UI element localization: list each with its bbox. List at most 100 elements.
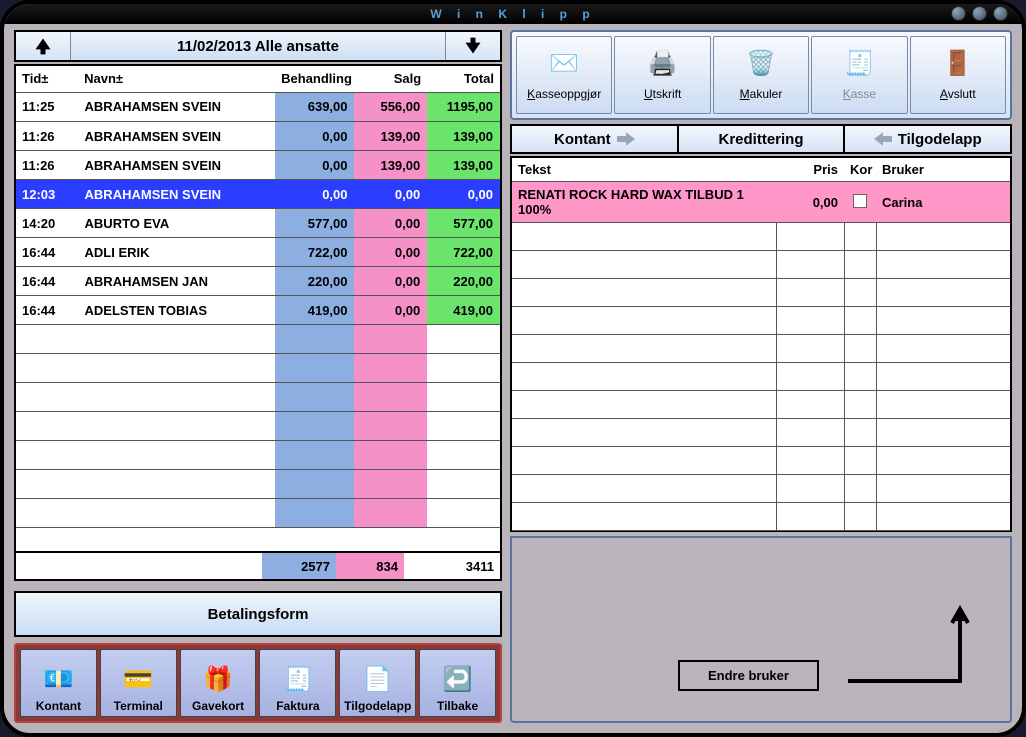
cell-total: 577,00 (427, 209, 500, 238)
table-row[interactable] (16, 470, 500, 499)
gavekort-label: Gavekort (192, 699, 244, 713)
minimize-button[interactable] (951, 6, 966, 21)
cell-navn: ADLI ERIK (78, 238, 275, 267)
cell-kor[interactable] (844, 182, 876, 223)
close-button[interactable] (993, 6, 1008, 21)
cell-salg: 139,00 (354, 151, 427, 180)
col-total[interactable]: Total (427, 66, 500, 92)
makuler-icon: 🗑️ (746, 49, 776, 77)
line-item-row[interactable] (512, 307, 1010, 335)
col-pris[interactable]: Pris (776, 158, 844, 182)
cell-navn: ABRAHAMSEN JAN (78, 267, 275, 296)
col-tekst[interactable]: Tekst (512, 158, 776, 182)
cell-behandling: 0,00 (275, 180, 354, 209)
line-item-row[interactable]: RENATI ROCK HARD WAX TILBUD 1 100%0,00Ca… (512, 182, 1010, 223)
tab-kontant-label: Kontant (554, 131, 611, 148)
makuler-button[interactable]: 🗑️Makuler (713, 36, 809, 114)
next-day-button[interactable] (446, 32, 500, 60)
cell-navn: ABURTO EVA (78, 209, 275, 238)
terminal-label: Terminal (114, 699, 163, 713)
utskrift-icon: 🖨️ (648, 49, 678, 77)
cell-tekst: RENATI ROCK HARD WAX TILBUD 1 100% (512, 182, 776, 223)
cell-salg: 0,00 (354, 180, 427, 209)
col-salg[interactable]: Salg (354, 66, 427, 92)
gavekort-button[interactable]: 🎁Gavekort (180, 649, 257, 717)
table-row[interactable]: 16:44ADELSTEN TOBIAS419,000,00419,00 (16, 296, 500, 325)
kontant-button[interactable]: 💶Kontant (20, 649, 97, 717)
total-behandling: 2577 (262, 553, 336, 579)
col-kor[interactable]: Kor (844, 158, 876, 182)
faktura-icon: 🧾 (283, 661, 313, 697)
table-row[interactable] (16, 354, 500, 383)
line-item-row[interactable] (512, 363, 1010, 391)
cell-total: 139,00 (427, 151, 500, 180)
table-row[interactable] (16, 325, 500, 354)
title-bar: W i n K l i p p (4, 4, 1022, 24)
cell-behandling: 220,00 (275, 267, 354, 296)
appointments-totals: 2577 834 3411 (16, 551, 500, 579)
line-item-row[interactable] (512, 279, 1010, 307)
cell-navn: ABRAHAMSEN SVEIN (78, 93, 275, 122)
tilbake-button[interactable]: ↩️Tilbake (419, 649, 496, 717)
col-bruker[interactable]: Bruker (876, 158, 1010, 182)
kasse-label: Kasse (843, 87, 876, 101)
appointments-header: Tid± Navn± Behandling Salg Total (16, 66, 500, 92)
cell-behandling: 722,00 (275, 238, 354, 267)
kasse-button: 🧾Kasse (811, 36, 907, 114)
cell-salg: 556,00 (354, 93, 427, 122)
tilbake-icon: ↩️ (443, 661, 473, 697)
cell-behandling: 419,00 (275, 296, 354, 325)
maximize-button[interactable] (972, 6, 987, 21)
cell-tid: 16:44 (16, 267, 78, 296)
date-title: 11/02/2013 Alle ansatte (70, 32, 446, 60)
table-row[interactable] (16, 499, 500, 528)
cell-navn: ADELSTEN TOBIAS (78, 296, 275, 325)
kontant-label: Kontant (36, 699, 81, 713)
col-navn[interactable]: Navn± (78, 66, 275, 92)
line-item-row[interactable] (512, 335, 1010, 363)
line-item-row[interactable] (512, 503, 1010, 531)
checkbox-icon[interactable] (853, 194, 867, 208)
table-row[interactable]: 11:26ABRAHAMSEN SVEIN0,00139,00139,00 (16, 151, 500, 180)
prev-day-button[interactable] (16, 32, 70, 60)
line-item-row[interactable] (512, 391, 1010, 419)
payment-type-tabs: Kontant Kredittering Tilgodelapp (510, 124, 1012, 154)
tilgode-button[interactable]: 📄Tilgodelapp (339, 649, 416, 717)
table-row[interactable]: 12:03ABRAHAMSEN SVEIN0,000,000,00 (16, 180, 500, 209)
avslutt-button[interactable]: 🚪Avslutt (910, 36, 1006, 114)
col-tid[interactable]: Tid± (16, 66, 78, 92)
arrow-up-icon (33, 36, 53, 56)
tab-tilgodelapp-label: Tilgodelapp (898, 131, 982, 148)
table-row[interactable]: 11:26ABRAHAMSEN SVEIN0,00139,00139,00 (16, 122, 500, 151)
cell-total: 1195,00 (427, 93, 500, 122)
top-toolbar: ✉️Kasseoppgjør🖨️Utskrift🗑️Makuler🧾Kasse🚪… (510, 30, 1012, 120)
tab-kontant[interactable]: Kontant (512, 126, 677, 152)
cell-behandling: 577,00 (275, 209, 354, 238)
cell-tid: 11:26 (16, 122, 78, 151)
table-row[interactable] (16, 412, 500, 441)
col-behandling[interactable]: Behandling (275, 66, 354, 92)
cell-total: 419,00 (427, 296, 500, 325)
line-item-row[interactable] (512, 223, 1010, 251)
table-row[interactable]: 11:25ABRAHAMSEN SVEIN639,00556,001195,00 (16, 93, 500, 122)
arrow-right-icon (617, 132, 635, 146)
table-row[interactable]: 16:44ADLI ERIK722,000,00722,00 (16, 238, 500, 267)
table-row[interactable]: 16:44ABRAHAMSEN JAN220,000,00220,00 (16, 267, 500, 296)
tab-kredittering[interactable]: Kredittering (677, 126, 844, 152)
annotation-arrow-icon (848, 597, 972, 685)
line-item-row[interactable] (512, 475, 1010, 503)
line-item-row[interactable] (512, 447, 1010, 475)
appointments-scroll[interactable]: 11:25ABRAHAMSEN SVEIN639,00556,001195,00… (16, 93, 500, 552)
line-item-row[interactable] (512, 419, 1010, 447)
table-row[interactable] (16, 383, 500, 412)
tab-tilgodelapp[interactable]: Tilgodelapp (843, 126, 1010, 152)
faktura-button[interactable]: 🧾Faktura (259, 649, 336, 717)
cell-salg: 139,00 (354, 122, 427, 151)
line-item-row[interactable] (512, 251, 1010, 279)
kasseoppgjor-button[interactable]: ✉️Kasseoppgjør (516, 36, 612, 114)
table-row[interactable] (16, 441, 500, 470)
utskrift-button[interactable]: 🖨️Utskrift (614, 36, 710, 114)
cell-tid: 11:26 (16, 151, 78, 180)
terminal-button[interactable]: 💳Terminal (100, 649, 177, 717)
table-row[interactable]: 14:20ABURTO EVA577,000,00577,00 (16, 209, 500, 238)
